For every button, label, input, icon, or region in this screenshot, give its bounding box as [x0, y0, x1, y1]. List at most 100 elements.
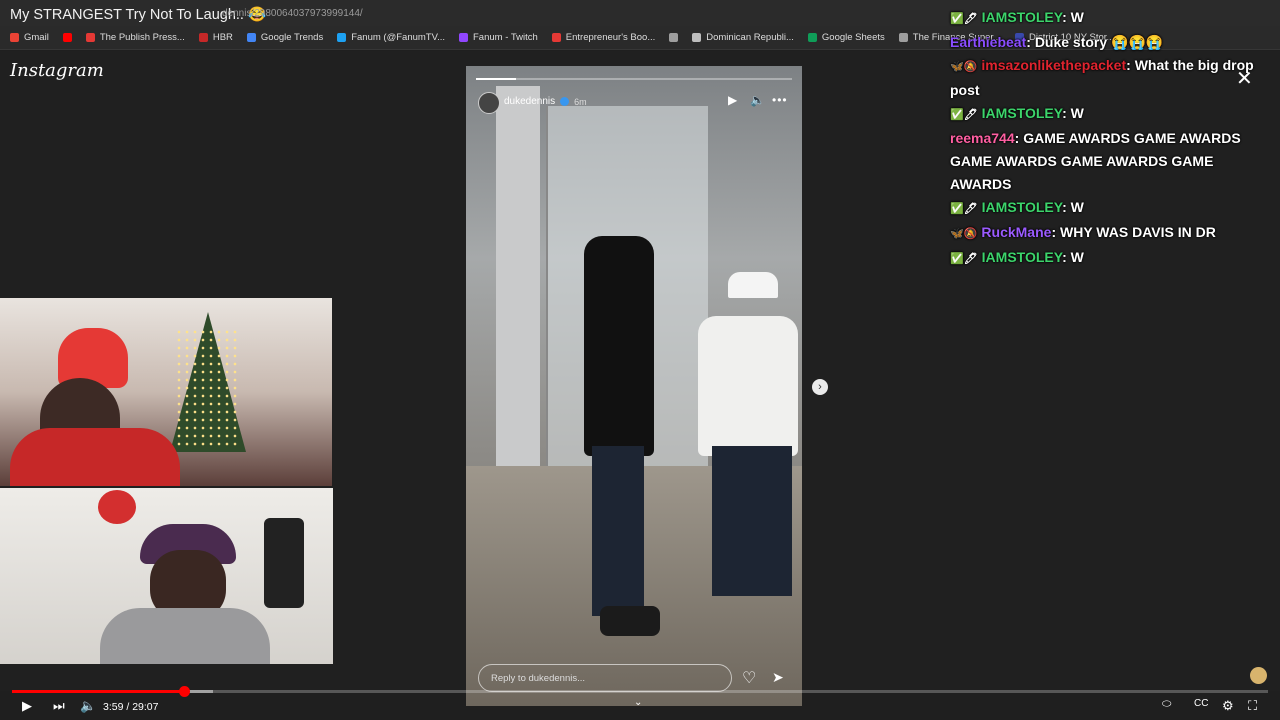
close-icon[interactable]: ✕: [1236, 66, 1253, 91]
autoplay-toggle[interactable]: ⬭: [1162, 698, 1171, 711]
webcam-streamer-2: [0, 488, 333, 664]
chat-username[interactable]: imsazonlikethepacket: [981, 57, 1126, 73]
bookmark-item[interactable]: The Publish Press...: [85, 32, 185, 43]
bookmark-favicon-icon: [807, 33, 817, 42]
chat-message: reema744: GAME AWARDS GAME AWARDS GAME A…: [950, 127, 1278, 196]
story-progress-fill: [476, 78, 516, 80]
chat-separator: :: [1062, 249, 1071, 265]
volume-icon[interactable]: 🔈: [80, 698, 96, 714]
chat-username[interactable]: reema744: [950, 130, 1015, 146]
chat-badges-icon: 🦋🔕: [950, 228, 978, 240]
story-progress-bar: [476, 78, 792, 80]
chat-message: ✅🖊 IAMSTOLEY: W: [950, 102, 1278, 127]
chat-separator: :: [1051, 224, 1060, 240]
heart-icon[interactable]: ♡: [742, 668, 756, 688]
gear-icon[interactable]: ⚙: [1222, 698, 1234, 714]
story-viewer[interactable]: dukedennis 6m ▶ 🔈 ••• Reply to dukedenni…: [466, 66, 802, 706]
bookmark-favicon-icon: [669, 33, 679, 42]
more-options-icon[interactable]: •••: [772, 93, 788, 107]
bookmark-favicon-icon: [551, 33, 561, 42]
chat-separator: :: [1062, 105, 1071, 121]
play-icon[interactable]: ▶: [728, 93, 737, 107]
scene-cap: [728, 272, 778, 298]
bookmark-item[interactable]: Entrepreneur's Boo...: [551, 32, 656, 43]
scene-shoes: [600, 606, 660, 636]
bookmark-favicon-icon: [246, 33, 256, 42]
chat-text: W: [1070, 199, 1084, 215]
avatar[interactable]: [478, 92, 500, 114]
chat-separator: :: [1126, 57, 1135, 73]
url-fragment: dennis/2980064037973999144/: [222, 8, 363, 19]
bookmark-favicon-icon: [62, 33, 72, 42]
play-button[interactable]: ▶: [22, 698, 32, 714]
bookmark-item[interactable]: Google Sheets: [807, 32, 885, 43]
bookmark-item[interactable]: Gmail: [10, 32, 49, 43]
chat-message: Earthiebeat: Duke story 😭😭😭: [950, 31, 1278, 54]
bookmark-item[interactable]: [669, 33, 679, 42]
bookmark-item[interactable]: Fanum - Twitch: [459, 32, 538, 43]
captions-icon[interactable]: CC: [1194, 698, 1208, 709]
verified-badge-icon: [560, 97, 570, 106]
chat-text: WHY WAS DAVIS IN DR: [1060, 224, 1216, 240]
bookmark-favicon-icon: [10, 33, 19, 42]
story-timestamp: 6m: [574, 96, 587, 107]
scene-person-left-legs: [592, 446, 644, 616]
scene-microphone: [264, 518, 304, 608]
chat-username[interactable]: Earthiebeat: [950, 34, 1026, 50]
seek-bar[interactable]: [12, 690, 1268, 693]
scene-streamer-hoodie: [100, 608, 270, 664]
chat-username[interactable]: IAMSTOLEY: [982, 199, 1062, 215]
bookmark-item[interactable]: Google Trends: [246, 32, 323, 43]
next-video-button[interactable]: ⏭: [53, 698, 65, 714]
bookmark-item[interactable]: HBR: [198, 32, 233, 43]
chat-separator: :: [1062, 9, 1071, 25]
time-display: 3:59 / 29:07: [103, 701, 159, 713]
next-story-button[interactable]: ›: [812, 379, 828, 395]
bookmark-label: Gmail: [24, 32, 49, 43]
chat-separator: :: [1062, 199, 1071, 215]
bookmark-favicon-icon: [898, 33, 908, 42]
scene-wall-sign: [98, 490, 136, 524]
chat-message: ✅🖊 IAMSTOLEY: W: [950, 246, 1278, 271]
chat-badges-icon: ✅🖊: [950, 203, 978, 215]
chevron-down-icon[interactable]: ⌄: [634, 697, 642, 708]
chat-badges-icon: ✅🖊: [950, 109, 978, 121]
bookmark-label: Google Sheets: [821, 32, 885, 43]
chat-message: 🦋🔕 imsazonlikethepacket: What the big dro…: [950, 54, 1278, 102]
seek-played: [12, 690, 185, 693]
scene-person-left: [584, 236, 654, 456]
chat-text: W: [1070, 105, 1084, 121]
reply-input[interactable]: Reply to dukedennis...: [478, 664, 732, 692]
chat-username[interactable]: RuckMane: [981, 224, 1051, 240]
chat-text: W: [1070, 249, 1084, 265]
scene-person-right-legs: [712, 446, 792, 596]
chat-message: ✅🖊 IAMSTOLEY: W: [950, 6, 1278, 31]
scene-streamer-hoodie: [10, 428, 180, 486]
bookmark-label: Entrepreneur's Boo...: [565, 32, 656, 43]
story-username[interactable]: dukedennis: [504, 96, 555, 107]
chat-message: ✅🖊 IAMSTOLEY: W: [950, 196, 1278, 221]
bookmark-label: HBR: [212, 32, 233, 43]
chat-badges-icon: 🦋🔕: [950, 61, 978, 73]
scene-person-right: [698, 316, 798, 456]
bookmark-item[interactable]: Dominican Republi...: [692, 32, 794, 43]
chat-text: W: [1070, 9, 1084, 25]
story-username-row[interactable]: dukedennis 6m: [504, 96, 587, 107]
bookmark-item[interactable]: [62, 33, 72, 42]
chat-badges-icon: ✅🖊: [950, 13, 978, 25]
fullscreen-icon[interactable]: ⛶: [1248, 698, 1257, 714]
chat-username[interactable]: IAMSTOLEY: [982, 9, 1062, 25]
chat-username[interactable]: IAMSTOLEY: [982, 249, 1062, 265]
webcam-streamer-1: [0, 298, 332, 486]
bookmark-label: The Publish Press...: [99, 32, 185, 43]
bookmark-favicon-icon: [692, 33, 702, 42]
bookmark-item[interactable]: Fanum (@FanumTV...: [337, 32, 445, 43]
chat-badges-icon: ✅🖊: [950, 253, 978, 265]
bookmark-label: Fanum - Twitch: [473, 32, 538, 43]
chat-username[interactable]: IAMSTOLEY: [982, 105, 1062, 121]
emoji-reaction-icon[interactable]: [1250, 667, 1267, 684]
chat-text: Duke story 😭😭😭: [1034, 34, 1164, 50]
mute-icon[interactable]: 🔈: [750, 93, 765, 107]
send-icon[interactable]: ➤: [772, 669, 784, 686]
instagram-logo[interactable]: Instagram: [10, 60, 104, 81]
